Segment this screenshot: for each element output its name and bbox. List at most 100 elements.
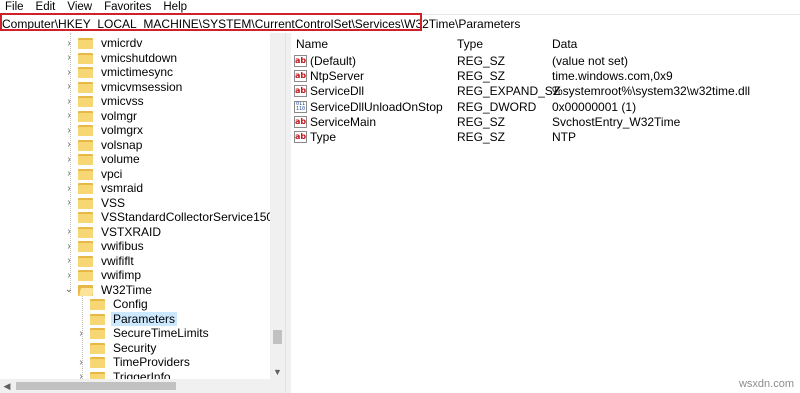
chevron-right-icon[interactable]: › bbox=[64, 94, 74, 108]
dword-value-icon: 011 110 bbox=[294, 100, 307, 113]
column-header-data[interactable]: Data bbox=[552, 36, 577, 52]
chevron-right-icon[interactable]: › bbox=[64, 123, 74, 137]
folder-icon bbox=[78, 182, 93, 195]
tree-vertical-scrollbar[interactable]: ▼ bbox=[270, 33, 285, 379]
value-row[interactable]: ab ServiceMain REG_SZ SvchostEntry_W32Time bbox=[291, 115, 800, 130]
tree-item[interactable]: Parameters bbox=[76, 311, 178, 327]
tree-item[interactable]: › vmicrdv bbox=[64, 36, 144, 51]
tree-item-label: vwifibus bbox=[101, 239, 144, 254]
scroll-left-arrow-icon[interactable]: ◀ bbox=[0, 379, 14, 393]
value-data: time.windows.com,0x9 bbox=[552, 69, 673, 84]
tree-item[interactable]: Security bbox=[76, 341, 158, 356]
chevron-right-icon[interactable]: › bbox=[64, 152, 74, 166]
tree-item[interactable]: › VSTXRAID bbox=[64, 225, 163, 240]
tree-item-label: Parameters bbox=[111, 311, 178, 326]
tree-item[interactable]: › volume bbox=[64, 152, 142, 167]
string-value-icon: ab bbox=[294, 70, 307, 83]
chevron-down-icon[interactable]: ⌄ bbox=[64, 283, 74, 297]
menu-file[interactable]: File bbox=[0, 0, 31, 14]
tree-item[interactable]: › TriggerInfo bbox=[76, 369, 173, 379]
tree-item-label: volmgrx bbox=[101, 123, 144, 138]
value-row[interactable]: 011 110 ServiceDllUnloadOnStop REG_DWORD 0x0… bbox=[291, 100, 800, 115]
chevron-right-icon[interactable]: › bbox=[64, 181, 74, 195]
string-value-icon: ab bbox=[294, 115, 307, 128]
chevron-right-icon[interactable]: › bbox=[64, 254, 74, 268]
tree-item-label: vmictimesync bbox=[101, 65, 174, 80]
menu-favorites[interactable]: Favorites bbox=[99, 0, 158, 14]
chevron-right-icon[interactable]: › bbox=[64, 36, 74, 50]
tree-item[interactable]: ⌄ W32Time bbox=[64, 283, 154, 298]
address-path[interactable]: Computer\HKEY_LOCAL_MACHINE\SYSTEM\Curre… bbox=[2, 16, 520, 32]
tree-item[interactable]: › vmicshutdown bbox=[64, 51, 179, 66]
tree-item[interactable]: › vmicvss bbox=[64, 94, 146, 109]
chevron-right-icon[interactable]: › bbox=[64, 109, 74, 123]
tree-item-label: volume bbox=[101, 152, 140, 167]
tree-item[interactable]: › vmictimesync bbox=[64, 65, 175, 80]
column-header-name[interactable]: Name bbox=[296, 36, 328, 52]
tree-horizontal-scrollbar[interactable]: ◀ bbox=[0, 379, 285, 393]
column-header-type[interactable]: Type bbox=[457, 36, 483, 52]
tree-item[interactable]: Config bbox=[76, 297, 150, 312]
menu-help[interactable]: Help bbox=[158, 0, 194, 14]
value-name: ServiceDll bbox=[310, 84, 365, 99]
tree-item-label: vmicvmsession bbox=[101, 79, 183, 94]
value-data: NTP bbox=[552, 130, 576, 144]
chevron-right-icon[interactable]: › bbox=[64, 51, 74, 65]
chevron-right-icon[interactable]: › bbox=[64, 167, 74, 181]
tree-item[interactable]: › vwifibus bbox=[64, 239, 146, 254]
value-data: (value not set) bbox=[552, 54, 629, 68]
chevron-right-icon[interactable]: › bbox=[76, 326, 86, 340]
folder-icon bbox=[78, 153, 93, 166]
value-data: 0x00000001 (1) bbox=[552, 99, 637, 114]
scrollbar-thumb[interactable] bbox=[273, 330, 282, 344]
folder-icon bbox=[90, 371, 105, 379]
value-type: REG_SZ bbox=[457, 54, 506, 68]
chevron-right-icon[interactable]: › bbox=[64, 196, 74, 210]
chevron-right-icon[interactable]: › bbox=[76, 355, 86, 369]
tree-item-label: TriggerInfo bbox=[113, 369, 171, 379]
tree-item[interactable]: › volsnap bbox=[64, 138, 144, 153]
value-row[interactable]: ab Type REG_SZ NTP bbox=[291, 130, 800, 145]
chevron-right-icon[interactable]: › bbox=[64, 65, 74, 79]
folder-icon bbox=[90, 356, 105, 369]
address-bar[interactable]: Computer\HKEY_LOCAL_MACHINE\SYSTEM\Curre… bbox=[0, 14, 800, 34]
chevron-right-icon[interactable]: › bbox=[64, 225, 74, 239]
value-row[interactable]: ab ServiceDll REG_EXPAND_SZ %systemroot%\sy… bbox=[291, 84, 800, 99]
tree-item-label: vwifimp bbox=[101, 268, 142, 283]
registry-tree: › vmicrdv › vmicshutdown › vmictimesync › vmicv… bbox=[0, 33, 285, 379]
tree-item[interactable]: › vsmraid bbox=[64, 181, 145, 196]
chevron-right-icon[interactable]: › bbox=[64, 268, 74, 282]
value-type: REG_SZ bbox=[457, 130, 506, 144]
tree-item[interactable]: › SecureTimeLimits bbox=[76, 326, 211, 341]
tree-item-label: Security bbox=[113, 340, 157, 355]
tree-item[interactable]: › volmgr bbox=[64, 109, 139, 124]
chevron-right-icon[interactable]: › bbox=[76, 370, 86, 379]
tree-item[interactable]: › TimeProviders bbox=[76, 355, 192, 370]
value-row[interactable]: ab NtpServer REG_SZ time.windows.com,0x9 bbox=[291, 69, 800, 84]
tree-item[interactable]: › vmicvmsession bbox=[64, 80, 184, 95]
tree-item-label: TimeProviders bbox=[113, 355, 190, 370]
tree-item[interactable]: › volmgrx bbox=[64, 123, 145, 138]
menu-edit[interactable]: Edit bbox=[31, 0, 63, 14]
tree-item[interactable]: › vwififlt bbox=[64, 254, 136, 269]
chevron-right-icon[interactable]: › bbox=[64, 80, 74, 94]
folder-icon bbox=[78, 52, 93, 64]
tree-item-label: Config bbox=[113, 297, 148, 312]
value-type: REG_SZ bbox=[457, 69, 506, 84]
chevron-right-icon[interactable]: › bbox=[64, 239, 74, 253]
value-name: NtpServer bbox=[310, 69, 365, 84]
scroll-down-arrow-icon[interactable]: ▼ bbox=[270, 365, 285, 379]
folder-icon bbox=[90, 342, 105, 354]
value-row[interactable]: ab (Default) REG_SZ (value not set) bbox=[291, 54, 800, 69]
tree-item[interactable]: › VSS bbox=[64, 196, 127, 211]
tree-item[interactable]: › vpci bbox=[64, 167, 124, 182]
folder-icon bbox=[78, 240, 93, 253]
chevron-right-icon[interactable]: › bbox=[64, 138, 74, 152]
tree-item-label: vmicvss bbox=[101, 94, 144, 109]
tree-item-label: VSStandardCollectorService150 bbox=[101, 210, 274, 225]
tree-item[interactable]: VSStandardCollectorService150 bbox=[64, 210, 275, 225]
menu-view[interactable]: View bbox=[62, 0, 99, 14]
tree-item[interactable]: › vwifimp bbox=[64, 268, 143, 283]
scrollbar-thumb[interactable] bbox=[16, 382, 176, 390]
tree-item-label: vwififlt bbox=[101, 253, 134, 268]
